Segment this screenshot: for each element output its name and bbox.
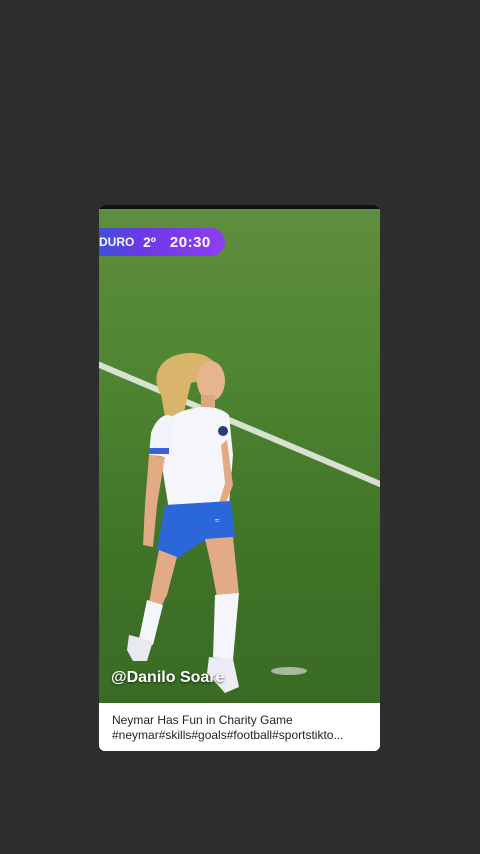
player-figure: ≈ (127, 353, 307, 693)
video-player[interactable]: DURO 2º 20:30 ≈ @Danilo Soare (99, 205, 380, 703)
caption-title: Neymar Has Fun in Charity Game (112, 713, 293, 727)
video-card[interactable]: DURO 2º 20:30 ≈ @Danilo Soare Neymar Has… (99, 205, 380, 751)
creator-watermark: @Danilo Soare (111, 669, 225, 686)
svg-text:≈: ≈ (215, 516, 220, 525)
video-caption[interactable]: Neymar Has Fun in Charity Game #neymar#s… (99, 703, 380, 751)
caption-hashtags[interactable]: #neymar#skills#goals#football#sportstikt… (112, 728, 368, 743)
